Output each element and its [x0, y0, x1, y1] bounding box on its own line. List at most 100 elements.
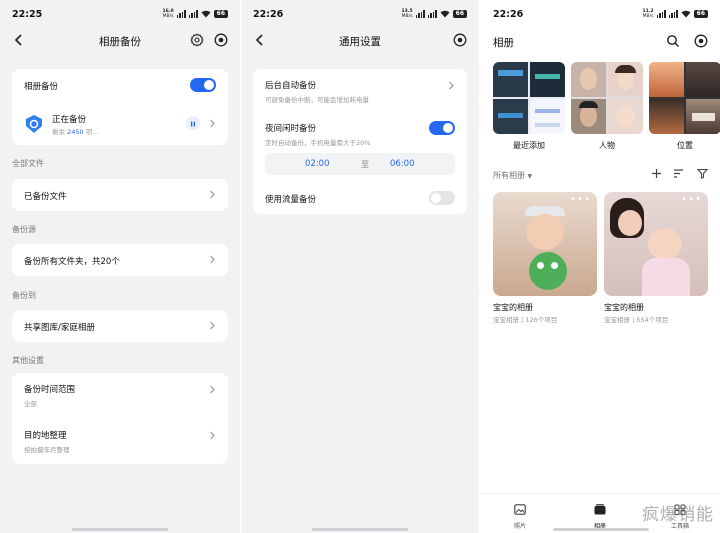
- add-icon[interactable]: [651, 168, 662, 179]
- shield-icon: [26, 115, 42, 133]
- pause-button[interactable]: [186, 116, 200, 130]
- albums-screen: 22:26 11.2 MB/s 66 相册 最近添加 人物 位置 所有相册 ▼ …: [481, 0, 720, 533]
- all-albums-dropdown[interactable]: 所有相册 ▼: [493, 170, 532, 181]
- status-time: 22:26: [493, 9, 524, 20]
- chevron-right-icon: [210, 190, 215, 199]
- battery-icon: 66: [213, 10, 228, 18]
- recent-album-tile[interactable]: [493, 62, 565, 134]
- shared-library-row[interactable]: 共享图库/家庭相册: [12, 310, 228, 342]
- wifi-icon: [681, 10, 691, 18]
- section-backup-to: 备份到: [12, 291, 36, 300]
- general-settings-screen: 22:26 13.5 MB/s 66 通用设置 后台自动备份 可避免备份中断，可能…: [241, 0, 479, 533]
- place-thumb: [686, 99, 720, 134]
- wifi-icon: [440, 10, 450, 18]
- face-thumb: [571, 99, 606, 134]
- sort-icon[interactable]: [673, 168, 684, 179]
- album-card[interactable]: •••: [493, 192, 597, 296]
- watermark-text: 疯爆销能: [642, 505, 714, 525]
- time-separator: 至: [361, 160, 369, 169]
- album-card[interactable]: •••: [604, 192, 708, 296]
- album-meta: 宝宝相册 | 126个项目: [493, 316, 558, 324]
- album-backup-screen: 22:25 16.0 MB/s 66 相册备份 相册备份 正在备份 剩余 2450…: [0, 0, 240, 533]
- baby-face: [648, 228, 682, 260]
- nav-bar: 相册备份: [0, 28, 240, 56]
- recent-thumb: [493, 62, 528, 97]
- signal-icon: [656, 10, 666, 18]
- settings-gear-icon[interactable]: [190, 33, 204, 47]
- place-thumb: [686, 62, 720, 97]
- photo-icon: [514, 504, 526, 515]
- filter-icon[interactable]: [697, 168, 708, 179]
- baby-dress: [642, 258, 690, 296]
- chevron-right-icon: [210, 431, 215, 440]
- home-indicator: [72, 528, 168, 531]
- face-thumb: [571, 62, 606, 97]
- destination-row[interactable]: 目的地整理 按拍摄年月整理: [24, 429, 70, 454]
- chevron-right-icon: [449, 81, 454, 90]
- album-title: 宝宝的相册: [604, 303, 644, 312]
- album-icon: [594, 504, 606, 515]
- section-other-settings: 其他设置: [12, 356, 44, 365]
- place-thumb: [649, 99, 684, 134]
- section-backup-source: 备份源: [12, 225, 36, 234]
- album-backup-label: 相册备份: [24, 82, 59, 92]
- page-title: 相册备份: [99, 36, 141, 48]
- more-dots-icon[interactable]: •••: [681, 194, 702, 205]
- people-album-tile[interactable]: [571, 62, 643, 134]
- backup-all-folders-row[interactable]: 备份所有文件夹，共20个: [12, 244, 228, 276]
- background-backup-row[interactable]: 后台自动备份 可避免备份中断，可能会增加耗电量: [265, 79, 369, 104]
- remaining-text: 剩余 2450 项...: [52, 128, 99, 136]
- tab-albums[interactable]: 相册: [580, 500, 620, 530]
- signal-icon-2: [427, 10, 437, 18]
- end-time[interactable]: 06:00: [390, 159, 415, 169]
- chevron-right-icon: [210, 321, 215, 330]
- status-time: 22:26: [253, 9, 284, 20]
- network-speed: 11.2 MB/s: [642, 9, 654, 19]
- mobile-data-label: 使用流量备份: [265, 195, 317, 205]
- network-speed: 16.0 MB/s: [162, 9, 174, 19]
- green-toy: [529, 252, 567, 290]
- recent-thumb: [530, 99, 565, 134]
- time-range-row[interactable]: 备份时间范围 全部: [24, 383, 75, 408]
- backing-up-label: 正在备份: [52, 115, 87, 125]
- places-album-tile[interactable]: [649, 62, 720, 134]
- battery-icon: 66: [452, 10, 467, 18]
- wifi-icon: [201, 10, 211, 18]
- more-circle-icon[interactable]: [214, 33, 228, 47]
- album-meta: 宝宝相册 | 554个项目: [604, 316, 669, 324]
- more-dots-icon[interactable]: •••: [570, 194, 591, 205]
- recent-label: 最近添加: [513, 141, 545, 150]
- chevron-right-icon[interactable]: [209, 119, 216, 128]
- baby-face: [526, 214, 564, 250]
- network-speed: 13.5 MB/s: [401, 9, 413, 19]
- signal-icon-2: [188, 10, 198, 18]
- mobile-data-toggle[interactable]: [429, 191, 455, 205]
- backed-up-files-row[interactable]: 已备份文件: [12, 179, 228, 211]
- mother-face: [618, 210, 642, 236]
- chevron-right-icon: [210, 255, 215, 264]
- recent-thumb: [530, 62, 565, 97]
- pause-icon: [191, 121, 195, 127]
- other-settings-card: 备份时间范围 全部 目的地整理 按拍摄年月整理: [12, 373, 228, 464]
- night-backup-toggle[interactable]: [429, 121, 455, 135]
- battery-icon: 66: [693, 10, 708, 18]
- signal-icon: [415, 10, 425, 18]
- page-title: 相册: [493, 37, 514, 49]
- home-indicator: [552, 528, 649, 531]
- status-bar: 22:26 13.5 MB/s 66: [241, 0, 479, 28]
- tab-photos[interactable]: 照片: [500, 500, 540, 530]
- more-circle-icon[interactable]: [453, 33, 467, 47]
- search-icon[interactable]: [666, 34, 680, 48]
- more-circle-icon[interactable]: [694, 34, 708, 48]
- screenshot-root: 22:25 16.0 MB/s 66 相册备份 相册备份 正在备份 剩余 2450…: [0, 0, 720, 533]
- album-title: 宝宝的相册: [493, 303, 533, 312]
- night-backup-row: 夜间闲时备份 定时自动备份，手机电量需大于20%: [265, 124, 371, 147]
- nav-bar: 通用设置: [241, 28, 479, 56]
- recent-thumb: [493, 99, 528, 134]
- people-label: 人物: [599, 141, 615, 150]
- time-window-picker[interactable]: 02:00 至 06:00: [265, 153, 455, 175]
- start-time[interactable]: 02:00: [305, 159, 330, 169]
- signal-icon-2: [668, 10, 678, 18]
- face-thumb: [608, 99, 643, 134]
- album-backup-toggle[interactable]: [190, 78, 216, 92]
